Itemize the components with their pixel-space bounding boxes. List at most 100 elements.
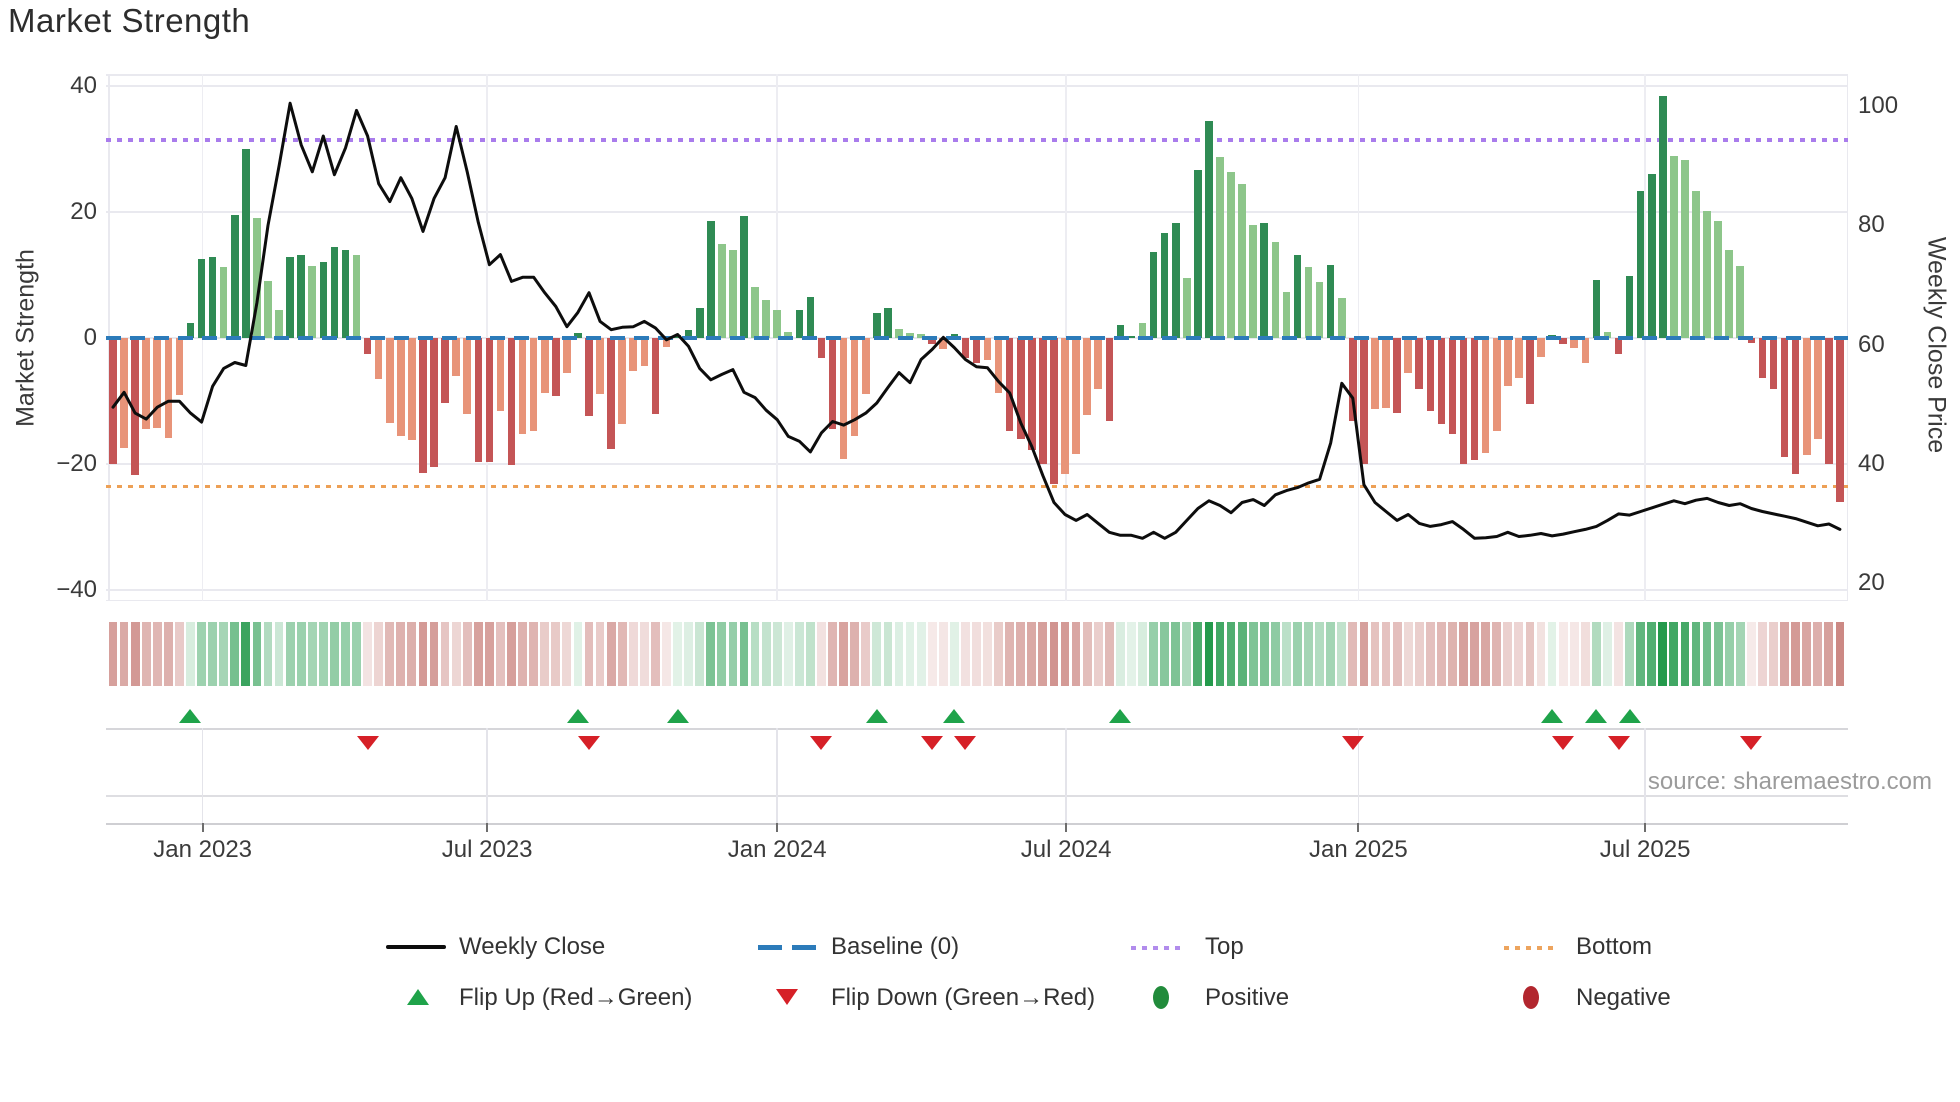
x-axis-tick-label: Jul 2024 xyxy=(1020,836,1112,863)
flip-up-marker xyxy=(179,709,202,723)
heatmap-cell xyxy=(949,622,959,686)
heatmap-cell xyxy=(1403,622,1413,686)
heatmap-cell xyxy=(1481,622,1491,686)
flip-up-marker xyxy=(1618,709,1641,723)
marker-panel-gridline-x xyxy=(1065,728,1067,823)
heatmap-cell xyxy=(363,622,372,686)
heatmap-cell xyxy=(1237,622,1247,686)
heatmap-cell xyxy=(1005,622,1015,686)
heatmap-cell xyxy=(1580,622,1590,686)
heatmap-cell xyxy=(1337,622,1347,686)
heatmap-cell xyxy=(584,622,594,686)
heatmap-cell xyxy=(1448,622,1457,686)
heatmap-cell xyxy=(252,622,262,686)
heatmap-cell xyxy=(1691,622,1701,686)
main-plot-area xyxy=(106,74,1848,601)
heatmap-cell xyxy=(141,622,151,686)
heatmap-cell xyxy=(562,622,572,686)
flip-up-marker xyxy=(1541,709,1564,723)
heatmap-cell xyxy=(662,622,671,686)
heatmap-cell xyxy=(573,622,583,686)
heatmap-cell xyxy=(1071,622,1081,686)
heatmap-cell xyxy=(352,622,361,686)
heatmap-cell xyxy=(828,622,837,686)
flip-down-marker xyxy=(578,736,600,750)
heatmap-cell xyxy=(1149,622,1158,686)
heatmap-cell xyxy=(307,622,317,686)
heatmap-cell xyxy=(451,622,461,686)
flip-down-marker xyxy=(954,736,977,750)
heatmap-cell xyxy=(1735,622,1745,686)
heatmap-cell xyxy=(1115,622,1125,686)
heatmap-cell xyxy=(385,622,395,686)
heatmap-cell xyxy=(175,622,184,686)
heatmap-cell xyxy=(507,622,516,686)
heatmap-cell xyxy=(186,622,195,686)
flip-down-marker xyxy=(1552,736,1575,750)
legend-label-baseline: Baseline (0) xyxy=(831,933,960,960)
heatmap-cell xyxy=(839,622,849,686)
heatmap-cell xyxy=(850,622,860,686)
heatmap-cell xyxy=(1724,622,1734,686)
heatmap-cell xyxy=(695,622,705,686)
heatmap-cell xyxy=(130,622,140,686)
heatmap-cell xyxy=(296,622,306,686)
legend-label-flip-up: Flip Up (Red→Green) xyxy=(459,984,693,1011)
legend-label-bottom: Bottom xyxy=(1576,933,1653,960)
heatmap-cell xyxy=(1138,622,1147,686)
heatmap-cell xyxy=(1414,622,1424,686)
heatmap-cell xyxy=(1813,622,1823,686)
heatmap-cell xyxy=(407,622,417,686)
heatmap-cell xyxy=(1680,622,1690,686)
heatmap-cell xyxy=(1315,622,1325,686)
heatmap-cell xyxy=(1226,622,1236,686)
heatmap-cell xyxy=(163,622,173,686)
heatmap-cell xyxy=(883,622,893,686)
heatmap-cell xyxy=(1658,622,1668,686)
heatmap-cell xyxy=(1171,622,1181,686)
heatmap-cell xyxy=(1558,622,1568,686)
heatmap-cell xyxy=(1514,622,1524,686)
heatmap-cell xyxy=(1016,622,1026,686)
heatmap-cell xyxy=(1547,622,1557,686)
heatmap-cell xyxy=(263,622,273,686)
heatmap-cell xyxy=(1049,622,1059,686)
legend-weekly-close-swatch xyxy=(386,945,446,949)
marker-panel-gridline xyxy=(106,728,1848,730)
heatmap-cell xyxy=(318,622,328,686)
heatmap-cell xyxy=(938,622,948,686)
market-strength-chart: Market Strength Market Strength Weekly C… xyxy=(0,0,1960,1102)
heatmap-cell xyxy=(518,622,527,686)
heatmap-cell xyxy=(440,622,450,686)
x-axis-tick-label: Jan 2025 xyxy=(1308,836,1408,863)
heatmap-cell xyxy=(972,622,981,686)
x-axis-tick xyxy=(1644,823,1647,832)
heatmap-cell xyxy=(1625,622,1634,686)
heatmap-cell xyxy=(1370,622,1380,686)
heatmap-cell xyxy=(1326,622,1336,686)
heatmap-cell xyxy=(1746,622,1756,686)
right-axis-tick-label: 60 xyxy=(1858,330,1885,358)
heatmap-cell xyxy=(1293,622,1302,686)
heatmap-cell xyxy=(1248,622,1258,686)
heatmap-cell xyxy=(219,622,229,686)
heatmap-cell xyxy=(1824,622,1834,686)
heatmap-cell xyxy=(1193,622,1203,686)
flip-up-marker xyxy=(1109,709,1132,723)
marker-panel-gridline-x xyxy=(486,728,488,823)
heatmap-cell xyxy=(1348,622,1358,686)
heatmap-cell xyxy=(1791,622,1801,686)
heatmap-cell xyxy=(1182,622,1192,686)
legend-label-positive: Positive xyxy=(1205,984,1290,1011)
legend-positive-icon xyxy=(1153,986,1169,1009)
heatmap-cell xyxy=(429,622,439,686)
heatmap-cell xyxy=(617,622,627,686)
x-axis-tick xyxy=(201,823,204,832)
legend-baseline-swatch xyxy=(758,945,816,950)
heatmap-cell xyxy=(794,622,804,686)
heatmap-cell xyxy=(396,622,406,686)
heatmap-cell xyxy=(1304,622,1313,686)
heatmap-cell xyxy=(208,622,218,686)
x-axis-tick-label: Jul 2023 xyxy=(441,836,533,863)
heatmap-cell xyxy=(994,622,1003,686)
